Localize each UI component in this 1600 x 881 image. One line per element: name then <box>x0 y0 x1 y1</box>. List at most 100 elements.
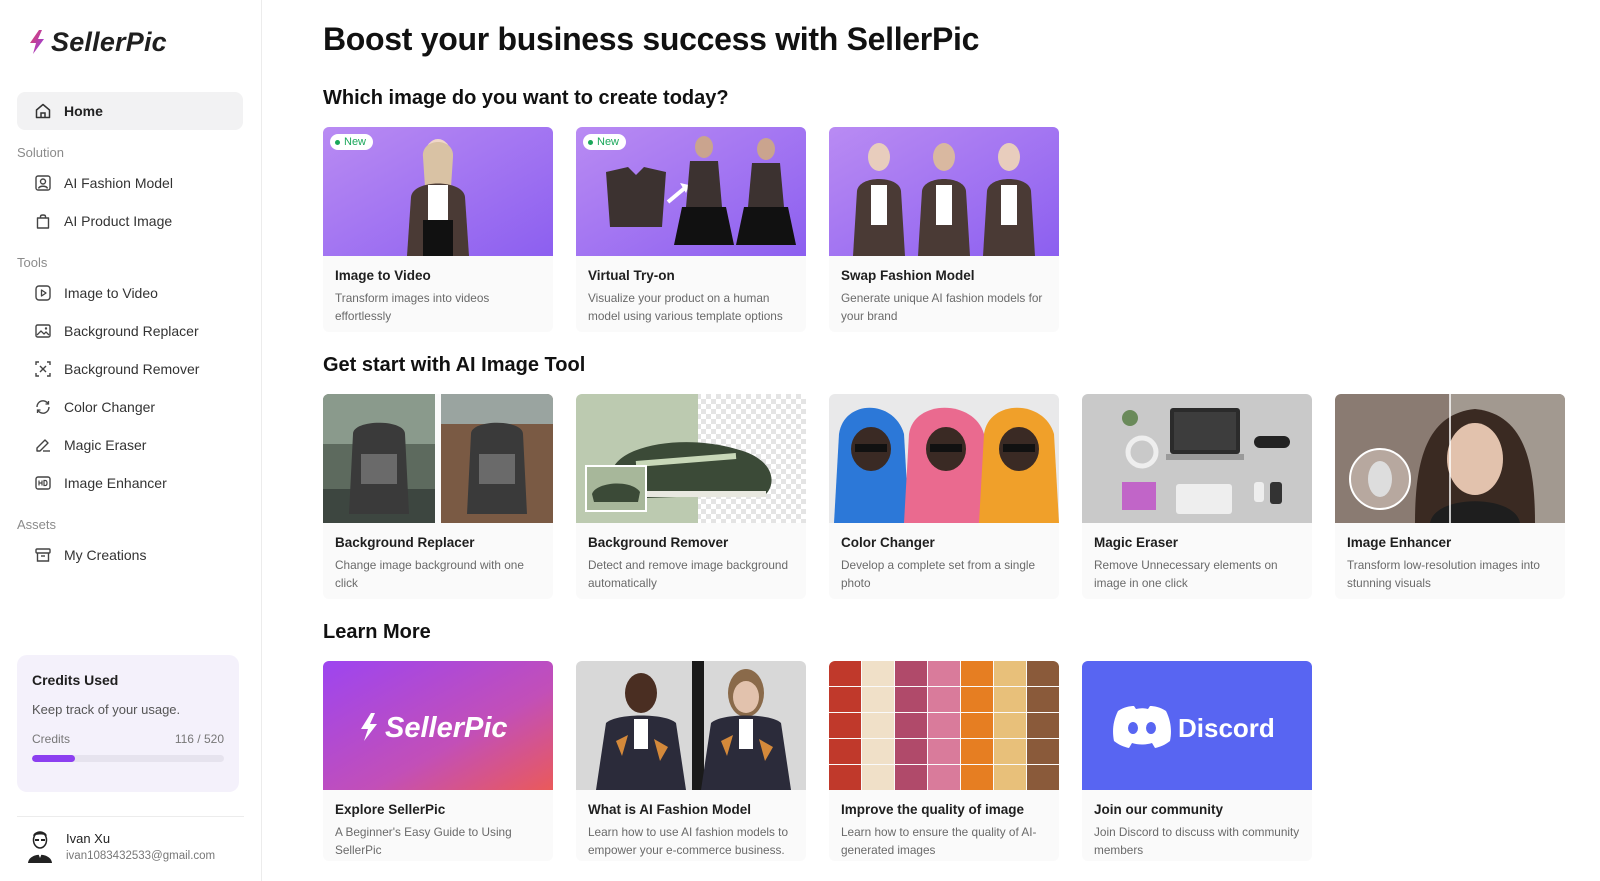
new-badge: New <box>330 134 374 150</box>
card-title: Color Changer <box>841 535 935 550</box>
logo-text: SellerPic <box>51 26 167 57</box>
logo-bolt-icon <box>30 30 44 54</box>
hd-icon <box>34 474 52 492</box>
card-description: Change image background with one click <box>335 558 524 590</box>
card-title: Join our community <box>1094 802 1224 817</box>
card-title: Background Remover <box>588 535 729 550</box>
logo[interactable]: SellerPic <box>17 0 244 84</box>
card-join-community[interactable]: Discord Join our community Join Discord … <box>1082 661 1312 861</box>
card-title: Swap Fashion Model <box>841 268 975 283</box>
credits-value: 116 / 520 <box>174 732 224 746</box>
sidebar-item-label: Color Changer <box>64 399 156 415</box>
remove-bg-icon <box>34 360 52 378</box>
credits-progress-fill <box>32 755 75 762</box>
card-image-to-video[interactable]: New Image to Video Transform images into… <box>323 127 553 332</box>
sidebar-item-ai-fashion-model[interactable]: AI Fashion Model <box>17 164 244 202</box>
card-thumbnail <box>1335 394 1565 523</box>
banner-text: SellerPic <box>385 712 508 744</box>
sidebar-item-image-enhancer[interactable]: Image Enhancer <box>17 464 244 502</box>
avatar <box>28 831 52 863</box>
sidebar-item-label: Background Remover <box>64 361 200 377</box>
credits-title: Credits Used <box>32 672 119 688</box>
card-description: Learn how to ensure the quality of AI-ge… <box>841 825 1037 857</box>
sidebar-section-tools: Tools <box>17 255 48 270</box>
sidebar-item-background-remover[interactable]: Background Remover <box>17 350 244 388</box>
banner-text: Discord <box>1178 713 1275 743</box>
page-title: Boost your business success with SellerP… <box>323 21 980 57</box>
card-color-changer[interactable]: Color Changer Develop a complete set fro… <box>829 394 1059 599</box>
card-thumbnail: New <box>576 127 806 256</box>
sidebar-item-background-replacer[interactable]: Background Replacer <box>17 312 244 350</box>
sidebar-item-image-to-video[interactable]: Image to Video <box>17 274 244 312</box>
card-description: Transform low-resolution images into stu… <box>1347 558 1540 590</box>
card-description: Remove Unnecessary elements on image in … <box>1094 558 1278 590</box>
card-virtual-try-on[interactable]: New Virtual Try-on Visualize your produc… <box>576 127 806 332</box>
card-thumbnail <box>323 394 553 523</box>
discord-icon <box>1113 706 1171 748</box>
sidebar-item-label: Magic Eraser <box>64 437 147 453</box>
sidebar-section-assets: Assets <box>17 517 57 532</box>
card-title: Background Replacer <box>335 535 475 550</box>
card-title: Improve the quality of image <box>841 802 1025 817</box>
card-thumbnail <box>1082 394 1312 523</box>
card-description: Detect and remove image background autom… <box>588 558 789 590</box>
section-title-create: Which image do you want to create today? <box>323 87 729 109</box>
sidebar-item-label: Image Enhancer <box>64 475 167 491</box>
user-profile[interactable]: Ivan Xu ivan1083432533@gmail.com <box>26 828 215 864</box>
sidebar-item-home[interactable]: Home <box>17 92 243 130</box>
archive-icon <box>34 546 52 564</box>
card-title: Image to Video <box>335 268 431 283</box>
card-explore-sellerpic[interactable]: SellerPic Explore SellerPic A Beginner's… <box>323 661 553 861</box>
user-name: Ivan Xu <box>66 830 111 846</box>
card-what-is-ai-fashion-model[interactable]: What is AI Fashion Model Learn how to us… <box>576 661 806 861</box>
card-description: A Beginner's Easy Guide to Using SellerP… <box>335 825 512 857</box>
new-badge: New <box>583 134 627 150</box>
card-thumbnail: SellerPic <box>323 661 553 790</box>
card-improve-image-quality[interactable]: Improve the quality of image Learn how t… <box>829 661 1059 861</box>
card-description: Learn how to use AI fashion models to em… <box>588 825 789 857</box>
credits-label: Credits <box>32 732 71 746</box>
section-title-ai-tools: Get start with AI Image Tool <box>323 354 586 376</box>
picture-icon <box>34 322 52 340</box>
sidebar-item-color-changer[interactable]: Color Changer <box>17 388 244 426</box>
sidebar-item-my-creations[interactable]: My Creations <box>17 536 244 574</box>
card-title: Explore SellerPic <box>335 802 446 817</box>
sidebar-section-solution: Solution <box>17 145 64 160</box>
sidebar-item-ai-product-image[interactable]: AI Product Image <box>17 202 244 240</box>
play-square-icon <box>34 284 52 302</box>
card-description: Visualize your product on a human model … <box>588 291 783 323</box>
card-title: Virtual Try-on <box>588 268 675 283</box>
card-swap-fashion-model[interactable]: Swap Fashion Model Generate unique AI fa… <box>829 127 1059 332</box>
card-title: Image Enhancer <box>1347 535 1452 550</box>
card-description: Develop a complete set from a single pho… <box>841 558 1036 590</box>
sidebar-item-magic-eraser[interactable]: Magic Eraser <box>17 426 244 464</box>
card-thumbnail <box>829 127 1059 256</box>
card-background-replacer[interactable]: Background Replacer Change image backgro… <box>323 394 553 599</box>
section-title-learn-more: Learn More <box>323 621 431 643</box>
eraser-icon <box>34 436 52 454</box>
credits-description: Keep track of your usage. <box>32 702 181 717</box>
card-thumbnail <box>576 394 806 523</box>
card-background-remover[interactable]: Background Remover Detect and remove ima… <box>576 394 806 599</box>
card-image-enhancer[interactable]: Image Enhancer Transform low-resolution … <box>1335 394 1565 599</box>
main-content: Boost your business success with SellerP… <box>262 0 1600 881</box>
card-magic-eraser[interactable]: Magic Eraser Remove Unnecessary elements… <box>1082 394 1312 599</box>
card-description: Join Discord to discuss with community m… <box>1094 825 1300 857</box>
card-description: Transform images into videos effortlessl… <box>335 291 490 323</box>
card-title: What is AI Fashion Model <box>588 802 752 817</box>
product-mosaic <box>829 661 1059 790</box>
card-thumbnail: New <box>323 127 553 256</box>
card-thumbnail <box>829 661 1059 790</box>
portrait-icon <box>34 174 52 192</box>
user-email: ivan1083432533@gmail.com <box>66 849 216 862</box>
divider <box>17 816 244 817</box>
sidebar-item-label: My Creations <box>64 547 147 563</box>
sidebar-item-label: AI Fashion Model <box>64 175 173 191</box>
card-description: Generate unique AI fashion models for yo… <box>841 291 1043 323</box>
sidebar: SellerPic Home Solution AI Fashion Model… <box>0 0 262 881</box>
sidebar-item-label: Home <box>64 103 103 119</box>
card-thumbnail <box>576 661 806 790</box>
card-thumbnail: Discord <box>1082 661 1312 790</box>
sidebar-item-label: AI Product Image <box>64 213 173 229</box>
home-icon <box>34 102 52 120</box>
